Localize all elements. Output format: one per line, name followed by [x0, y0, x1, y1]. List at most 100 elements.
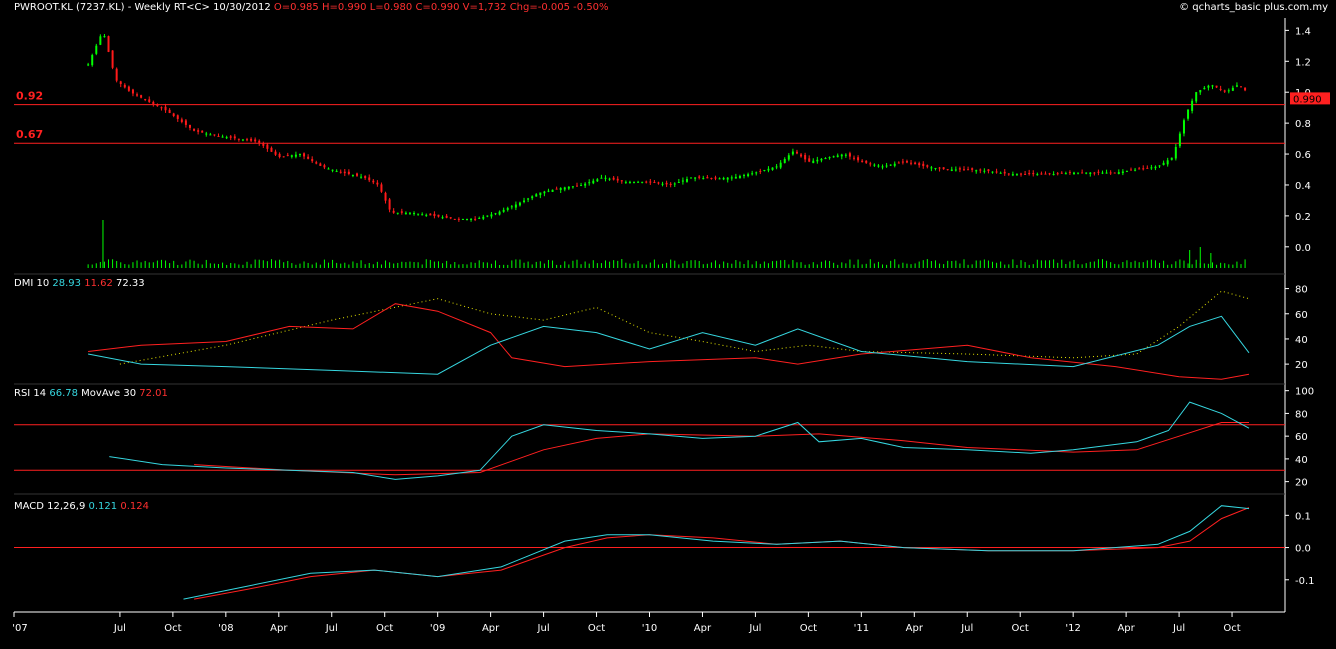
candle-body [865, 160, 868, 163]
candle-body [779, 162, 782, 168]
candle-body [514, 204, 517, 208]
candle-body [164, 106, 167, 111]
candle-body [1007, 173, 1010, 175]
candle-body [751, 173, 754, 175]
close-value: C=0.990 [415, 2, 460, 13]
candle-body [408, 212, 411, 214]
candle-body [144, 98, 147, 100]
candle-body [229, 136, 232, 138]
candle-body [523, 200, 526, 203]
candle-body [1162, 162, 1165, 165]
candle-body [669, 183, 672, 185]
candle-body [881, 166, 884, 168]
candle-body [559, 188, 562, 190]
x-tick-label: Apr [482, 623, 500, 634]
candle-body [156, 104, 159, 107]
candle-body [1109, 172, 1112, 174]
candle-body [563, 187, 566, 190]
candle-body [1227, 90, 1230, 92]
credit-label: © qcharts_basic plus.com.my [1179, 2, 1328, 13]
candle-body [1044, 173, 1047, 175]
candle-body [441, 217, 444, 219]
dmi-tick-label: 60 [1295, 310, 1308, 321]
candle-body [637, 181, 640, 183]
candle-body [510, 206, 513, 208]
candle-body [999, 172, 1002, 174]
candle-body [958, 168, 961, 170]
candle-body [364, 176, 367, 179]
candle-body [1203, 87, 1206, 90]
macd-tick-label: -0.1 [1295, 576, 1315, 587]
candle-body [180, 119, 183, 122]
candle-body [795, 151, 798, 154]
candle-body [193, 128, 196, 131]
candle-body [136, 94, 139, 96]
x-tick-label: Oct [800, 623, 817, 634]
candle-body [1032, 173, 1035, 175]
dmi-label: DMI 10 [14, 278, 50, 289]
candle-body [266, 144, 269, 149]
candle-body [914, 162, 917, 165]
candle-body [596, 179, 599, 182]
candle-body [1138, 168, 1141, 170]
candle-body [547, 190, 550, 192]
candle-body [404, 212, 407, 215]
candle-body [608, 178, 611, 180]
rsi-tick-label: 100 [1295, 387, 1314, 398]
candle-body [278, 153, 281, 158]
x-tick-label: Jul [537, 623, 550, 634]
candle-body [486, 215, 489, 217]
candle-body [294, 154, 297, 157]
candle-body [425, 214, 428, 216]
change-percent: -0.50% [573, 2, 609, 13]
candle-body [286, 154, 289, 156]
rsi-tick-label: 20 [1295, 478, 1308, 489]
candle-body [213, 134, 216, 136]
candle-body [241, 139, 244, 141]
candle-body [1113, 172, 1116, 174]
candle-body [575, 185, 578, 187]
candle-body [343, 171, 346, 174]
candle-body [677, 181, 680, 183]
candle-body [714, 177, 717, 179]
candle-body [824, 158, 827, 160]
candle-body [771, 167, 774, 170]
candle-body [962, 169, 965, 171]
candle-body [535, 194, 538, 197]
candle-body [612, 177, 615, 180]
candle-body [119, 81, 122, 85]
candle-body [946, 169, 949, 171]
candle-body [685, 179, 688, 182]
candle-body [1060, 172, 1063, 174]
price-tick-label: 0.0 [1295, 243, 1311, 254]
candle-body [1215, 85, 1218, 88]
x-tick-label: Jul [113, 623, 126, 634]
rsi-line [109, 401, 1250, 480]
dmi-minus-value: 11.62 [84, 278, 113, 289]
candle-body [506, 208, 509, 210]
candle-body [967, 169, 970, 171]
candle-body [470, 218, 473, 220]
candle-body [922, 163, 925, 167]
last-price-label: 0.990 [1293, 94, 1322, 105]
candle-body [580, 185, 583, 187]
candle-body [201, 130, 204, 133]
x-tick-label: '10 [642, 623, 657, 634]
candle-body [1130, 169, 1133, 171]
dmi-plus-line [88, 315, 1250, 375]
candle-body [437, 214, 440, 217]
candle-body [127, 86, 130, 91]
x-tick-label: Oct [1223, 623, 1240, 634]
rsi-ma-line [194, 422, 1249, 476]
candle-body [653, 181, 656, 183]
candle-body [1182, 120, 1185, 134]
dmi-legend: DMI 10 28.93 11.62 72.33 [14, 278, 145, 289]
candle-body [787, 155, 790, 160]
candle-body [1235, 85, 1238, 87]
candle-body [115, 68, 118, 81]
candle-body [176, 115, 179, 119]
candle-body [791, 151, 794, 155]
candle-body [490, 214, 493, 217]
candle-body [1048, 173, 1051, 175]
candle-body [877, 165, 880, 167]
